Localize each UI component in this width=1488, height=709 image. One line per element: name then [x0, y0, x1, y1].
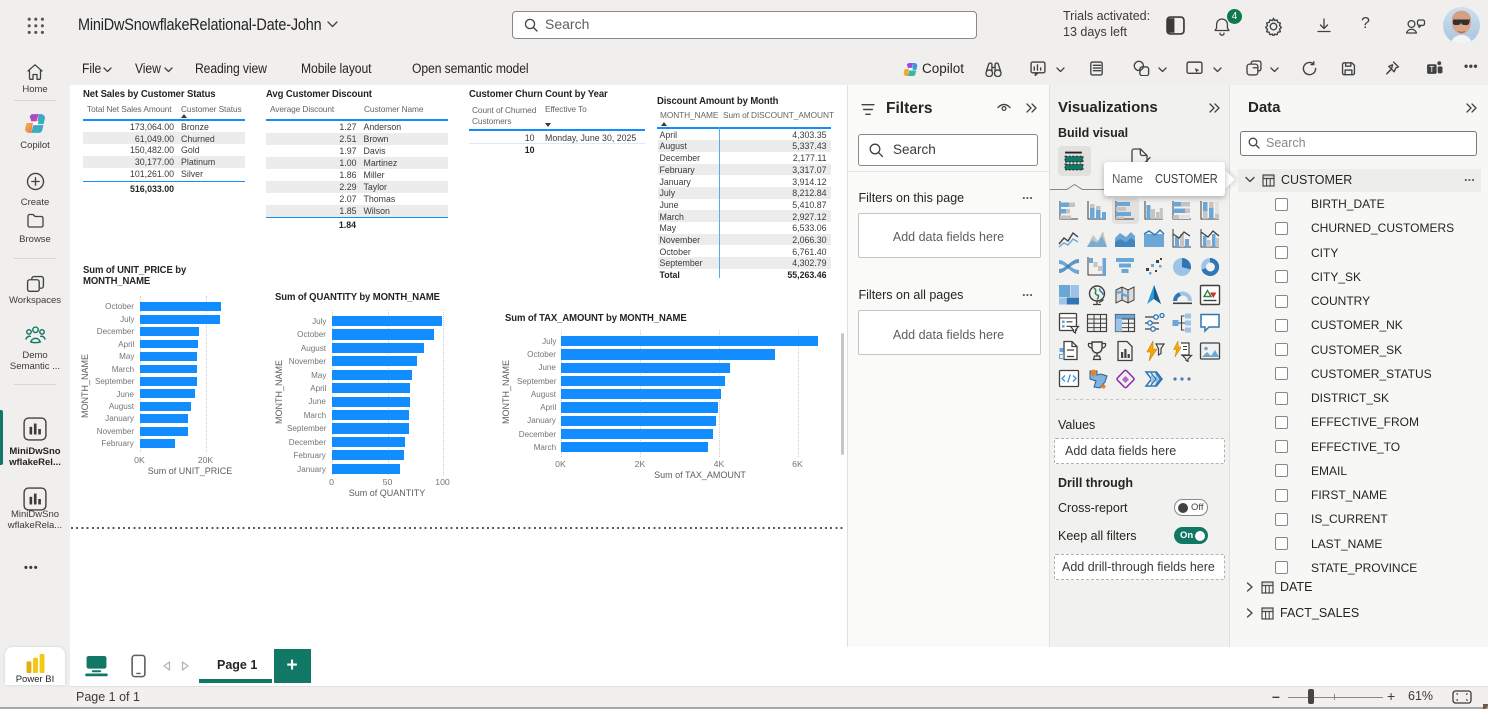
svg-text:T: T — [1429, 65, 1434, 74]
